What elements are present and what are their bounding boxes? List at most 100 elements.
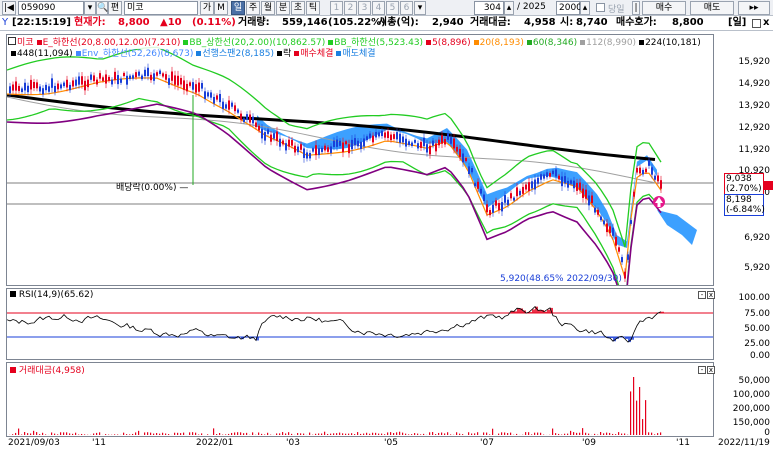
same-day-checkbox[interactable] — [596, 3, 605, 12]
legend-item[interactable]: 112(8,990) — [586, 38, 636, 48]
code-dropdown-icon[interactable]: ▾ — [84, 1, 96, 15]
legend-toggle-icon[interactable] — [8, 37, 16, 45]
candle-body — [18, 85, 20, 91]
candle-body — [213, 96, 215, 104]
period-month-button[interactable]: 월 — [261, 1, 275, 15]
volume-bar — [189, 432, 191, 435]
legend-item[interactable]: 60(8,346) — [533, 38, 577, 48]
legend-item[interactable]: 락 — [283, 49, 291, 59]
volume-bar — [564, 433, 566, 435]
volume-bar — [582, 428, 584, 435]
m-button[interactable]: M — [214, 1, 228, 15]
candle-body — [633, 191, 635, 197]
first-page-button[interactable]: |◀ — [2, 1, 16, 15]
volume-bar — [288, 432, 290, 435]
close-icon[interactable]: x — [763, 16, 769, 30]
volume-minimize-icon[interactable]: - — [698, 366, 706, 374]
candle-body — [546, 172, 548, 178]
view-input[interactable]: 2000 — [556, 1, 582, 15]
candle-body — [186, 83, 188, 92]
volume-bar — [81, 433, 83, 435]
candle-body — [462, 153, 464, 163]
count-input[interactable]: 304 — [474, 1, 504, 15]
num-dropdown-icon[interactable]: ▾ — [414, 1, 426, 15]
legend-item[interactable]: E_하한선(20,8.00,12.00)(7,210) — [43, 38, 181, 48]
legend-item[interactable]: BB_상한선(20,2.00)(10,862.57) — [189, 38, 325, 48]
volume-bar — [501, 432, 503, 435]
volume-plot-area[interactable] — [6, 362, 714, 437]
rsi-overbought-fill — [547, 309, 550, 313]
candle-body — [78, 76, 80, 85]
num-6-button[interactable]: 6 — [400, 1, 413, 15]
rsi-minimize-icon[interactable]: - — [698, 291, 706, 299]
candle-body — [459, 148, 461, 157]
volume-bar — [375, 432, 377, 435]
legend-item[interactable]: 매도체결 — [342, 49, 375, 59]
more-button[interactable]: ▸▸ — [738, 1, 770, 15]
volume-bar — [633, 377, 635, 435]
candle-body — [276, 131, 278, 142]
volume-bar — [405, 433, 407, 435]
candle-body — [231, 102, 233, 107]
legend-item[interactable]: 미코 — [17, 38, 34, 48]
price-label: 현재가: — [74, 17, 106, 28]
num-5-button[interactable]: 5 — [386, 1, 399, 15]
legend-item[interactable]: 448(11,094) — [17, 49, 73, 59]
legend-item[interactable]: 선행스팬2(8,185) — [202, 49, 274, 59]
restore-icon[interactable] — [752, 19, 761, 28]
sell-button[interactable]: 매도 — [690, 1, 734, 15]
period-minute-button[interactable]: 분 — [276, 1, 290, 15]
period-second-button[interactable]: 초 — [291, 1, 305, 15]
volume-tick: 50,000 — [738, 376, 771, 386]
legend-item[interactable]: 224(10,181) — [645, 38, 701, 48]
volume-bar — [585, 432, 587, 435]
buy-button[interactable]: 매수 — [642, 1, 686, 15]
search-icon[interactable]: 🔍 — [96, 1, 108, 15]
legend-item[interactable]: 5(8,896) — [432, 38, 471, 48]
candle-body — [603, 220, 605, 225]
candle-body — [348, 144, 350, 154]
candle-body — [435, 143, 437, 152]
volume-bar — [318, 433, 320, 435]
candle-body — [327, 147, 329, 152]
volume-close-icon[interactable]: x — [707, 366, 715, 374]
volume-bar — [474, 433, 476, 435]
stock-name-field[interactable]: 미코 — [124, 1, 198, 15]
candle-body — [393, 134, 395, 139]
stock-code-input[interactable]: 059090 — [18, 1, 84, 15]
volume-bar — [444, 433, 446, 435]
period-tick-button[interactable]: 틱 — [306, 1, 320, 15]
rsi-close-icon[interactable]: x — [707, 291, 715, 299]
rsi-plot-area[interactable] — [6, 288, 714, 360]
volume-bar — [576, 432, 578, 435]
legend-item[interactable]: BB_하한선(5,523.43) — [334, 38, 423, 48]
candle-body — [522, 186, 524, 194]
price-plot-area[interactable] — [6, 34, 714, 286]
volume-bar — [336, 433, 338, 435]
num-3-button[interactable]: 3 — [358, 1, 371, 15]
legend-item[interactable]: Env_하한선(52,26)(8,673) — [82, 49, 194, 59]
num-1-button[interactable]: 1 — [330, 1, 343, 15]
num-2-button[interactable]: 2 — [344, 1, 357, 15]
volume-bar — [399, 431, 401, 435]
candle-body — [9, 86, 11, 94]
period-day-button[interactable]: 일 — [231, 1, 245, 15]
ga-button[interactable]: 가 — [200, 1, 214, 15]
candle-body — [147, 67, 149, 77]
candle-body — [480, 188, 482, 194]
volume-bar — [228, 433, 230, 435]
filter-icon[interactable]: Y — [2, 16, 8, 30]
count-stepper[interactable]: ▴ — [504, 1, 514, 15]
view-stepper[interactable]: ▴ — [580, 1, 590, 15]
volume-bar — [456, 432, 458, 435]
edit-button[interactable]: 편 — [108, 1, 122, 15]
volume-bar — [162, 432, 164, 435]
legend-item[interactable]: 매수체결 — [300, 49, 333, 59]
candle-body — [69, 84, 71, 91]
volume-bar — [420, 434, 422, 435]
volume-bar — [438, 432, 440, 435]
num-4-button[interactable]: 4 — [372, 1, 385, 15]
candle-body — [612, 227, 614, 236]
legend-item[interactable]: 20(8,193) — [480, 38, 524, 48]
period-week-button[interactable]: 주 — [246, 1, 260, 15]
